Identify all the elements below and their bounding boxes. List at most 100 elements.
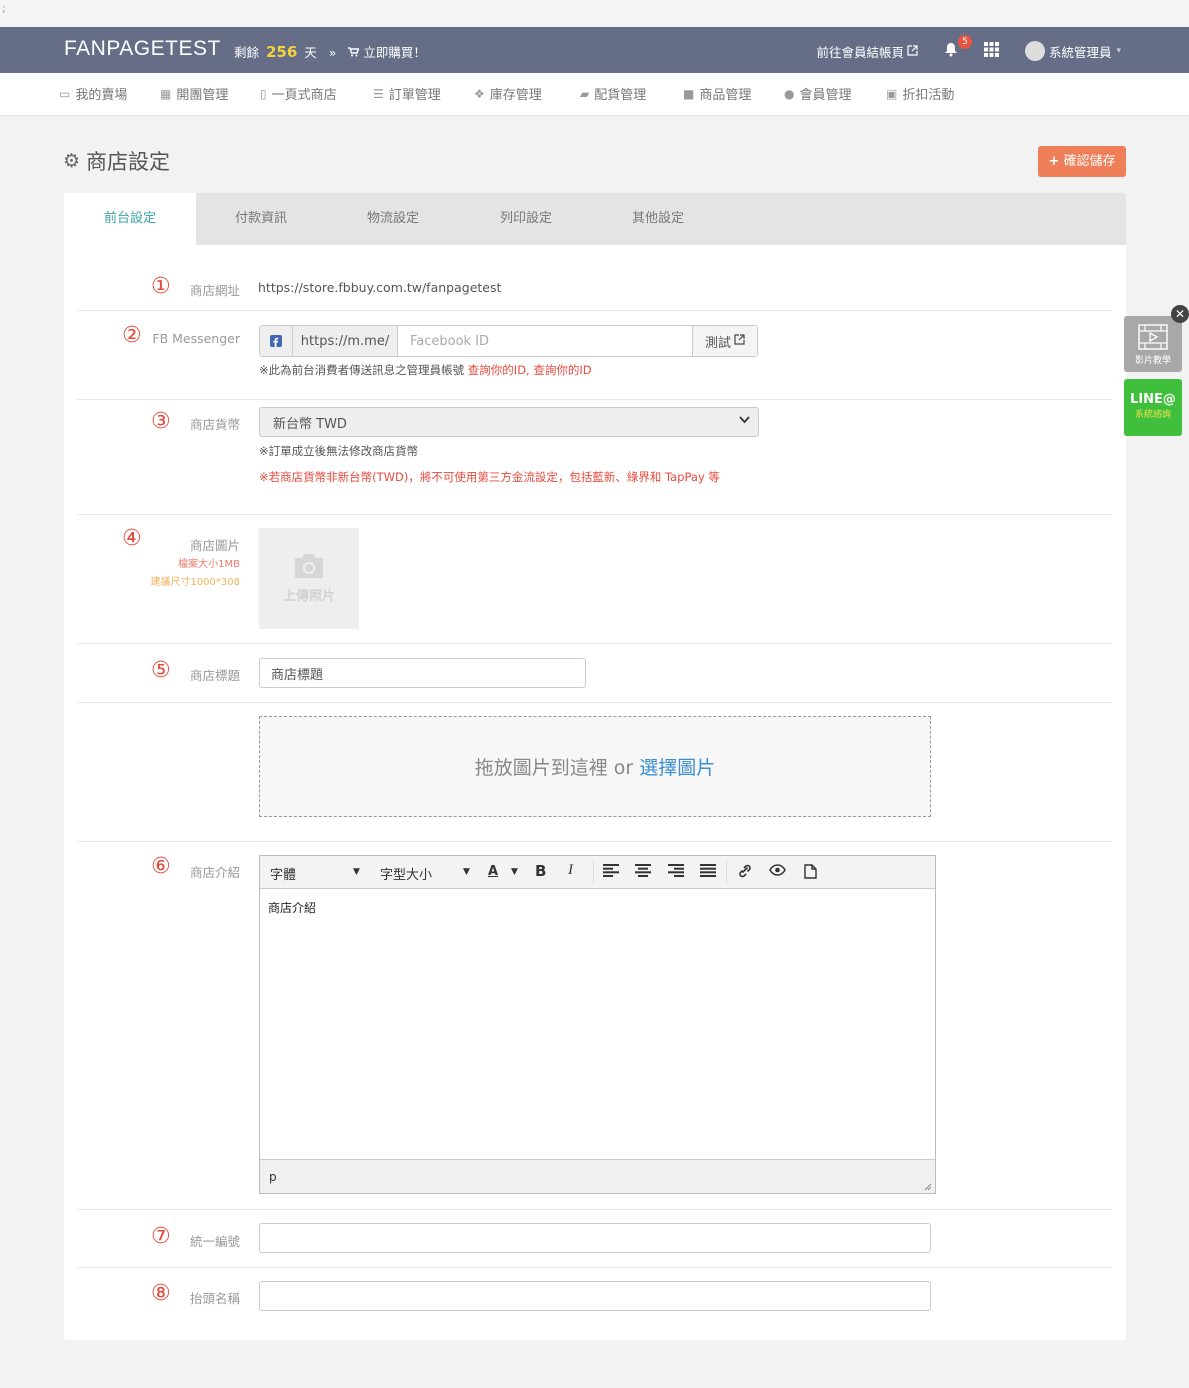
- bold-icon[interactable]: B: [535, 862, 546, 880]
- nav-item-discount[interactable]: ▣ 折扣活動: [886, 84, 955, 104]
- tab-bar: 前台設定 付款資訊 物流設定 列印設定 其他設定: [64, 193, 1126, 245]
- row-url: ① 商店網址 https://store.fbbuy.com.tw/fanpag…: [77, 266, 1112, 311]
- tab-print[interactable]: 列印設定: [460, 193, 592, 245]
- image-size-note: 檔案大小1MB: [178, 559, 240, 570]
- nav-item-orders[interactable]: ☰ 訂單管理: [373, 84, 441, 104]
- resize-handle-icon[interactable]: [923, 1180, 932, 1194]
- external-link-icon: [907, 44, 918, 59]
- font-label: 字體: [270, 868, 297, 883]
- caret-down-icon: ▼: [463, 867, 470, 877]
- avatar: [1024, 41, 1045, 61]
- currency-select[interactable]: 新台幣 TWD: [259, 407, 759, 437]
- row-invoice-title: ⑧ 抬頭名稱: [77, 1268, 1112, 1326]
- choose-image-link[interactable]: 選擇圖片: [639, 753, 715, 780]
- caret-down-icon: ▾: [1116, 46, 1121, 56]
- size-label: 字型大小: [380, 868, 433, 883]
- document-icon[interactable]: [804, 864, 817, 883]
- nav-label: 訂單管理: [388, 88, 441, 103]
- dropzone-text: 拖放圖片到這裡 or: [474, 757, 634, 779]
- nav-label: 我的賣場: [75, 88, 128, 103]
- link-icon[interactable]: [737, 864, 753, 882]
- video-tutorial-button[interactable]: 影片教學: [1124, 316, 1182, 372]
- align-left-icon[interactable]: [603, 864, 619, 881]
- buy-link[interactable]: 立即購買！: [348, 45, 426, 60]
- calendar-icon: ▦: [160, 86, 172, 101]
- editor-content[interactable]: 商店介紹: [268, 899, 316, 916]
- preview-eye-icon[interactable]: [769, 864, 786, 880]
- nav-label: 折扣活動: [902, 88, 955, 103]
- nav-label: 配貨管理: [594, 88, 647, 103]
- nav-item-inventory[interactable]: ❖ 庫存管理: [474, 84, 542, 104]
- chevron-down-icon: [739, 414, 750, 427]
- nav-item-members[interactable]: ● 會員管理: [784, 84, 852, 104]
- font-size-dropdown[interactable]: 字型大小: [380, 864, 432, 883]
- page-title-text: 商店設定: [86, 150, 171, 174]
- row-currency: ③ 商店貨幣 新台幣 TWD ※訂單成立後無法修改商店貨幣 ※若商店貨幣非新台幣…: [77, 400, 1112, 515]
- apps-grid-button[interactable]: [983, 42, 999, 60]
- tab-payment[interactable]: 付款資訊: [195, 193, 327, 245]
- brand-logo[interactable]: FANPAGETEST: [64, 37, 221, 61]
- image-dropzone[interactable]: 拖放圖片到這裡 or 選擇圖片: [259, 716, 931, 817]
- editor-toolbar: 字體 ▼ 字型大小 ▼ A ▼ B I: [260, 856, 935, 889]
- store-title-input[interactable]: 商店標題: [259, 658, 586, 688]
- list-icon: ☰: [373, 86, 384, 101]
- member-checkout-link[interactable]: 前往會員結帳頁: [816, 42, 918, 61]
- top-bar: FANPAGETEST 剩餘 256 天 » 立即購買！ 前往會員結帳頁 5 系…: [0, 27, 1189, 73]
- settings-card: 前台設定 付款資訊 物流設定 列印設定 其他設定 ① 商店網址 https://…: [64, 193, 1126, 1340]
- user-name: 系統管理員: [1048, 44, 1112, 60]
- close-icon[interactable]: ✕: [1171, 305, 1189, 323]
- remain-info: 剩餘 256 天 » 立即購買！: [234, 42, 426, 61]
- grid-icon: [983, 42, 999, 60]
- url-value: https://store.fbbuy.com.tw/fanpagetest: [258, 280, 502, 295]
- row-dropzone: 拖放圖片到這裡 or 選擇圖片: [77, 703, 1112, 842]
- intro-label: 商店介紹: [189, 865, 240, 880]
- facebook-id-input[interactable]: Facebook ID: [398, 326, 692, 356]
- align-right-icon[interactable]: [668, 864, 684, 881]
- nav-label: 商品管理: [699, 88, 752, 103]
- italic-icon[interactable]: I: [568, 862, 573, 879]
- plus-icon: +: [1048, 154, 1060, 169]
- line-label: LINE@: [1130, 392, 1176, 407]
- user-menu[interactable]: 系統管理員 ▾: [1024, 41, 1121, 61]
- video-icon: [1124, 324, 1182, 353]
- save-button[interactable]: + 確認儲存: [1038, 146, 1126, 177]
- video-tutorial-label: 影片教學: [1134, 356, 1171, 366]
- lookup-id-link[interactable]: 查詢你的ID, 查詢你的ID: [468, 363, 592, 377]
- nav-item-group[interactable]: ▦ 開團管理: [160, 84, 228, 104]
- font-family-dropdown[interactable]: 字體: [270, 864, 296, 883]
- tab-logistics[interactable]: 物流設定: [327, 193, 459, 245]
- tax-id-input[interactable]: [259, 1223, 931, 1253]
- image-upload-button[interactable]: 上傳照片: [259, 528, 359, 629]
- top-strip: ;: [0, 0, 1189, 27]
- tab-frontend[interactable]: 前台設定: [64, 193, 196, 245]
- users-icon: ●: [784, 86, 795, 101]
- tab-other[interactable]: 其他設定: [592, 193, 724, 245]
- camera-icon: [292, 553, 326, 583]
- remain-suffix: 天: [304, 45, 317, 60]
- invoice-title-input[interactable]: [259, 1281, 931, 1311]
- row-tax-id: ⑦ 統一編號: [77, 1210, 1112, 1268]
- upload-label: 上傳照片: [282, 589, 335, 604]
- caret-down-icon: ▼: [353, 867, 360, 877]
- notification-button[interactable]: 5: [944, 35, 972, 60]
- rich-text-editor: 字體 ▼ 字型大小 ▼ A ▼ B I 商店介紹 p: [259, 855, 936, 1194]
- row-title: ⑤ 商店標題 商店標題: [77, 644, 1112, 703]
- truck-icon: ▰: [580, 86, 590, 101]
- align-justify-icon[interactable]: [700, 864, 716, 881]
- messenger-label: FB Messenger: [152, 331, 240, 346]
- remain-prefix: 剩餘: [234, 45, 260, 60]
- nav-item-store[interactable]: ▭ 我的賣場: [59, 84, 128, 104]
- nav-item-products[interactable]: ■ 商品管理: [683, 84, 752, 104]
- bell-icon: [944, 42, 958, 60]
- test-button[interactable]: 測試: [692, 326, 757, 356]
- money-icon: ▣: [886, 86, 898, 101]
- line-sub-label: 系統諮詢: [1134, 410, 1171, 420]
- buy-label: 立即購買！: [363, 45, 426, 60]
- nav-item-shipping[interactable]: ▰ 配貨管理: [580, 84, 647, 104]
- line-consult-button[interactable]: LINE@ 系統諮詢: [1124, 379, 1182, 436]
- nav-item-onepage[interactable]: ▯ 一頁式商店: [260, 84, 337, 104]
- align-center-icon[interactable]: [635, 864, 651, 881]
- gear-icon: ⚙: [63, 150, 81, 172]
- title-label: 商店標題: [189, 668, 240, 683]
- font-color-icon[interactable]: A: [488, 864, 498, 879]
